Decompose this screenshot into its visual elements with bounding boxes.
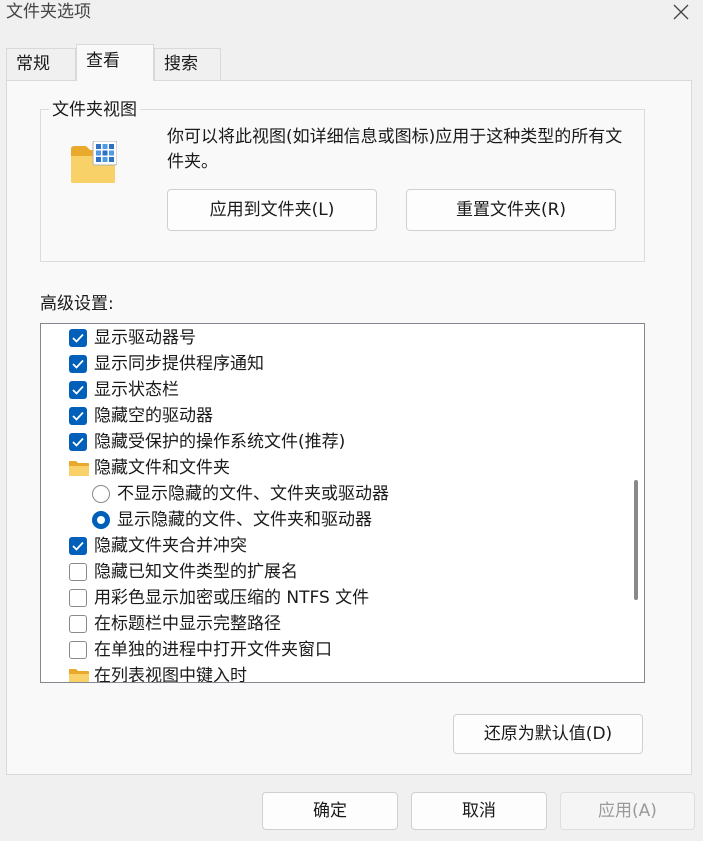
list-item-label: 用彩色显示加密或压缩的 NTFS 文件 bbox=[94, 588, 370, 608]
checkmark-icon bbox=[72, 385, 84, 395]
advanced-settings-list[interactable]: 显示驱动器号 显示同步提供程序通知 显示状态栏 隐藏空的驱动器 隐藏受保护的操作… bbox=[40, 323, 645, 683]
folder-view-icon bbox=[71, 141, 117, 183]
folder-icon bbox=[69, 461, 89, 476]
list-item[interactable]: 显示隐藏的文件、文件夹和驱动器 bbox=[41, 507, 621, 533]
list-item-label: 在单独的进程中打开文件夹窗口 bbox=[94, 640, 332, 660]
list-item[interactable]: 不显示隐藏的文件、文件夹或驱动器 bbox=[41, 481, 621, 507]
list-item-label: 显示状态栏 bbox=[94, 380, 179, 400]
checkmark-icon bbox=[72, 333, 84, 343]
list-item-label: 隐藏空的驱动器 bbox=[94, 406, 213, 426]
list-item-group: 隐藏文件和文件夹 bbox=[41, 455, 621, 481]
folder-views-description: 你可以将此视图(如详细信息或图标)应用于这种类型的所有文件夹。 bbox=[167, 127, 623, 172]
list-item-label: 显示同步提供程序通知 bbox=[94, 354, 264, 374]
list-item[interactable]: 隐藏受保护的操作系统文件(推荐) bbox=[41, 429, 621, 455]
list-item[interactable]: 显示同步提供程序通知 bbox=[41, 351, 621, 377]
list-item-label: 不显示隐藏的文件、文件夹或驱动器 bbox=[117, 484, 389, 504]
ok-button[interactable]: 确定 bbox=[262, 792, 398, 830]
list-item[interactable]: 在单独的进程中打开文件夹窗口 bbox=[41, 637, 621, 663]
list-item-label: 隐藏受保护的操作系统文件(推荐) bbox=[94, 432, 346, 452]
checkbox-unchecked[interactable] bbox=[69, 615, 87, 633]
radio-unselected[interactable] bbox=[92, 485, 110, 503]
checkbox-checked[interactable] bbox=[69, 355, 87, 373]
checkbox-checked[interactable] bbox=[69, 433, 87, 451]
list-item-label: 在标题栏中显示完整路径 bbox=[94, 614, 281, 634]
list-item-label: 在列表视图中键入时 bbox=[94, 666, 247, 683]
checkmark-icon bbox=[72, 541, 84, 551]
checkbox-checked[interactable] bbox=[69, 537, 87, 555]
checkbox-unchecked[interactable] bbox=[69, 641, 87, 659]
window-title: 文件夹选项 bbox=[6, 2, 91, 22]
checkbox-checked[interactable] bbox=[69, 381, 87, 399]
advanced-settings-label: 高级设置: bbox=[40, 294, 114, 314]
radio-selected[interactable] bbox=[92, 511, 110, 529]
list-item[interactable]: 显示状态栏 bbox=[41, 377, 621, 403]
list-item-label: 隐藏文件和文件夹 bbox=[94, 458, 230, 478]
reset-folders-button[interactable]: 重置文件夹(R) bbox=[406, 189, 616, 231]
folder-views-title: 文件夹视图 bbox=[49, 99, 140, 121]
checkbox-checked[interactable] bbox=[69, 329, 87, 347]
tab-search[interactable]: 搜索 bbox=[154, 48, 221, 80]
list-scrollbar-thumb[interactable] bbox=[634, 480, 638, 600]
view-tab-panel: 文件夹视图 你可以将此视图(如详细信息或图标)应用于这种类型的所有文件夹。 应用… bbox=[6, 80, 692, 775]
title-bar: 文件夹选项 bbox=[0, 0, 703, 30]
list-item-label: 隐藏已知文件类型的扩展名 bbox=[94, 562, 298, 582]
checkbox-unchecked[interactable] bbox=[69, 563, 87, 581]
list-item-label: 显示驱动器号 bbox=[94, 328, 196, 348]
checkmark-icon bbox=[72, 411, 84, 421]
list-item[interactable]: 用彩色显示加密或压缩的 NTFS 文件 bbox=[41, 585, 621, 611]
list-item[interactable]: 隐藏空的驱动器 bbox=[41, 403, 621, 429]
checkbox-unchecked[interactable] bbox=[69, 589, 87, 607]
list-item[interactable]: 在标题栏中显示完整路径 bbox=[41, 611, 621, 637]
tab-general[interactable]: 常规 bbox=[6, 48, 76, 80]
apply-to-folders-button[interactable]: 应用到文件夹(L) bbox=[167, 189, 377, 231]
list-item[interactable]: 显示驱动器号 bbox=[41, 325, 621, 351]
list-item[interactable]: 隐藏文件夹合并冲突 bbox=[41, 533, 621, 559]
cancel-button[interactable]: 取消 bbox=[411, 792, 547, 830]
checkmark-icon bbox=[72, 437, 84, 447]
tab-view[interactable]: 查看 bbox=[76, 44, 154, 81]
close-icon bbox=[673, 4, 689, 20]
folder-icon bbox=[69, 669, 89, 682]
list-item-label: 隐藏文件夹合并冲突 bbox=[94, 536, 247, 556]
checkbox-checked[interactable] bbox=[69, 407, 87, 425]
list-item-group: 在列表视图中键入时 bbox=[41, 663, 621, 683]
apply-button[interactable]: 应用(A) bbox=[560, 792, 695, 830]
list-item[interactable]: 隐藏已知文件类型的扩展名 bbox=[41, 559, 621, 585]
restore-defaults-button[interactable]: 还原为默认值(D) bbox=[453, 714, 643, 754]
checkmark-icon bbox=[72, 359, 84, 369]
list-item-label: 显示隐藏的文件、文件夹和驱动器 bbox=[117, 510, 372, 530]
close-button[interactable] bbox=[667, 0, 695, 26]
